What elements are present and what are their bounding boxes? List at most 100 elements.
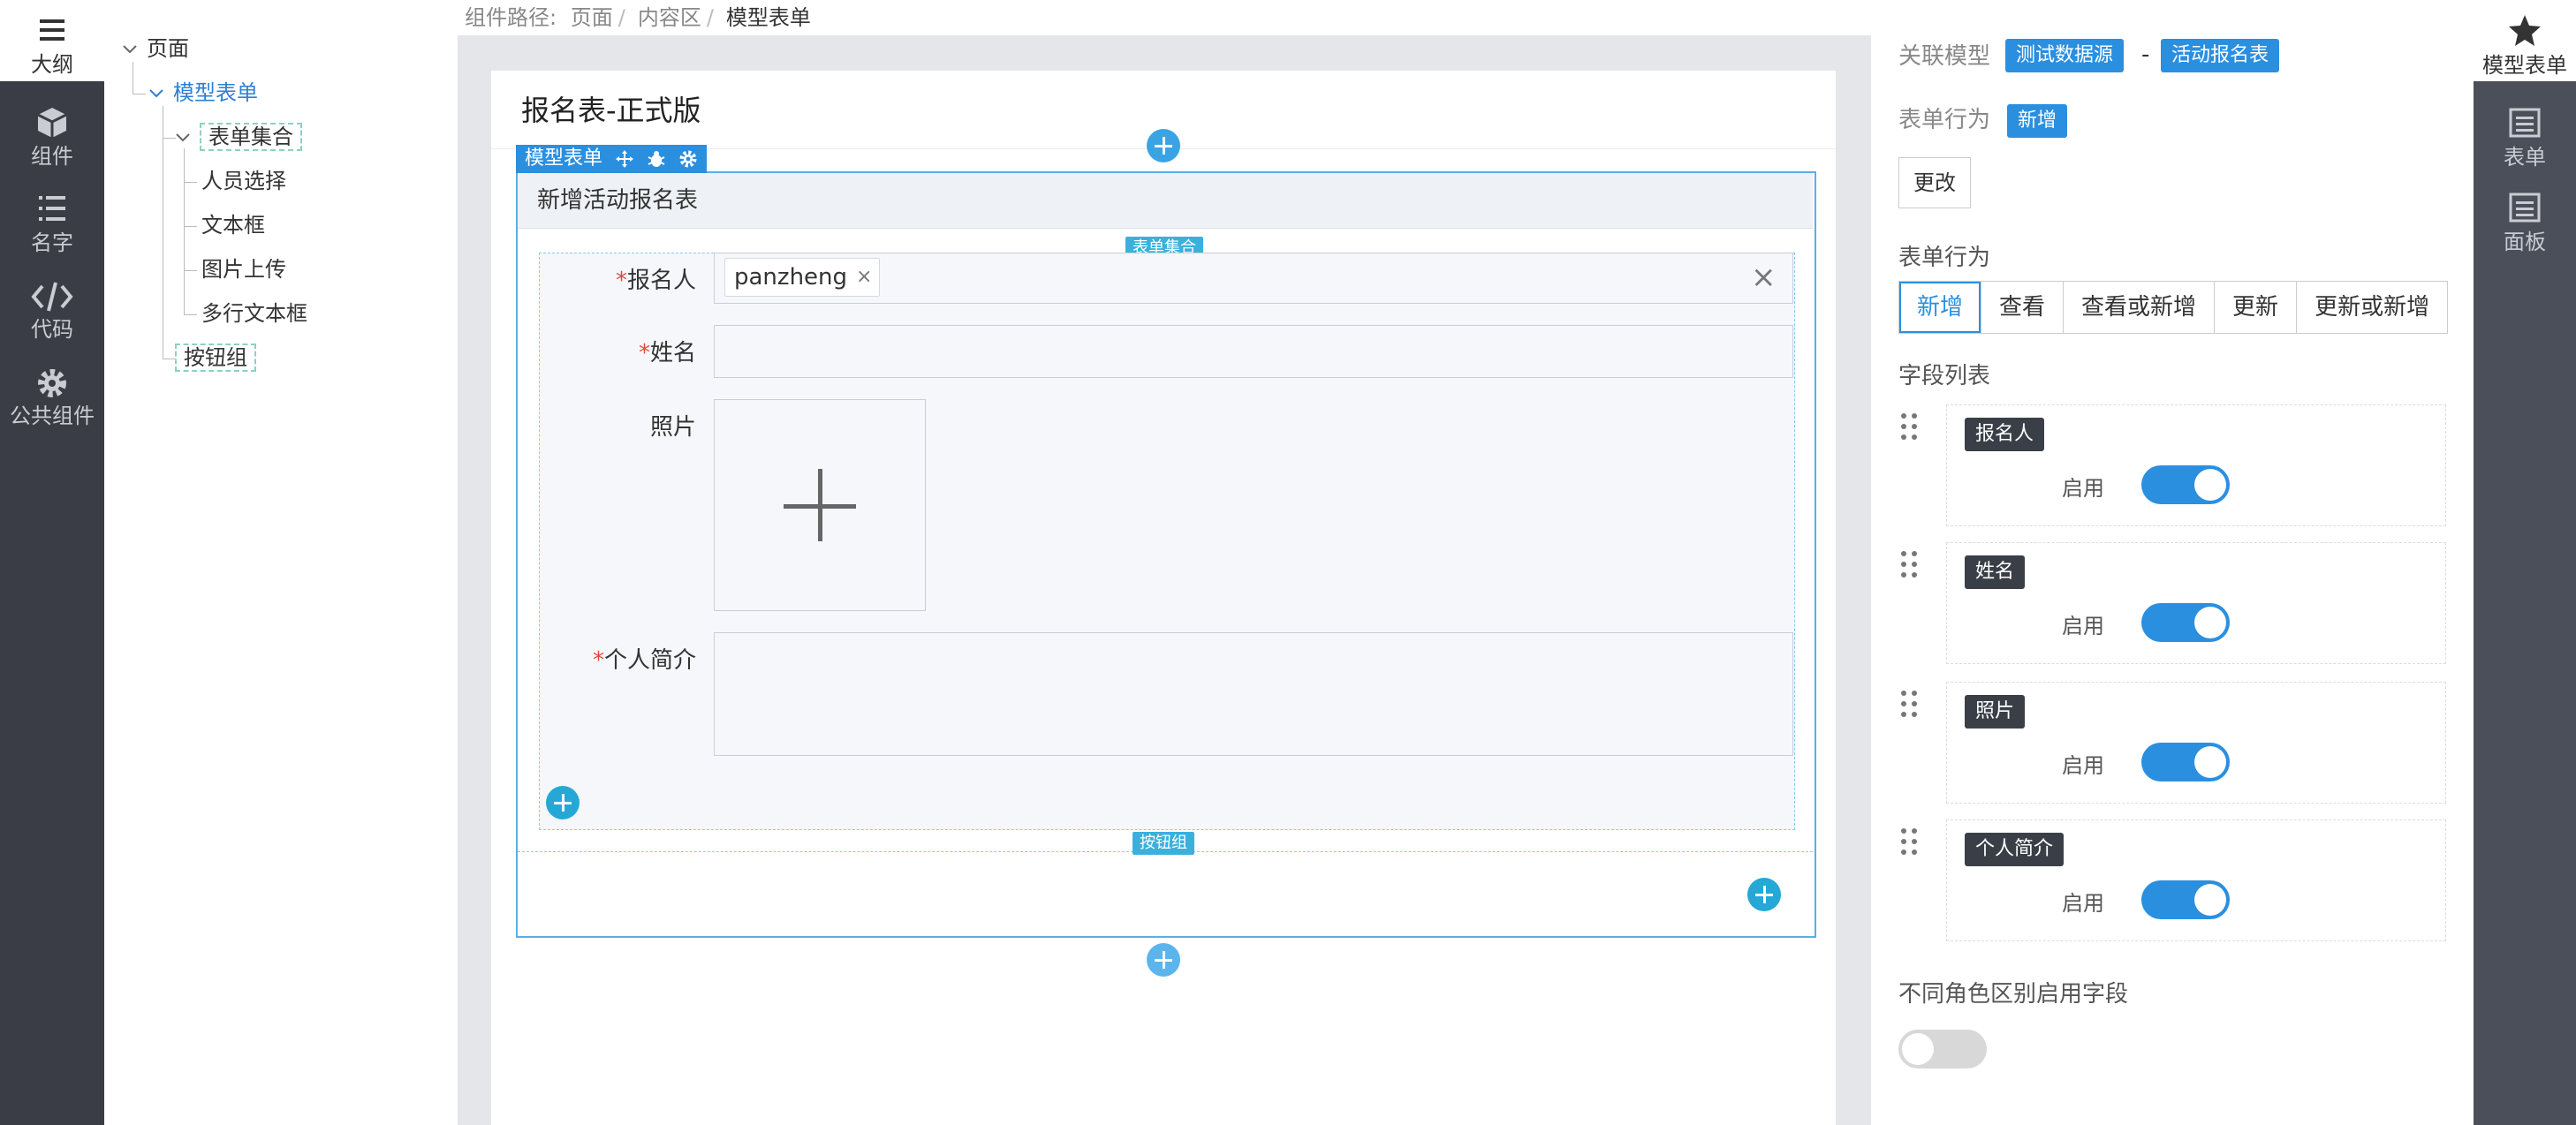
field-card-name: 姓名 启用 <box>1946 542 2446 664</box>
rail-item-names[interactable]: 名字 <box>0 178 104 260</box>
move-icon[interactable] <box>615 149 634 169</box>
drag-handle-icon[interactable] <box>1899 689 1919 719</box>
tree-node-person-select[interactable]: 人员选择 <box>201 166 286 196</box>
field-list-title: 字段列表 <box>1898 363 1991 389</box>
rail-item-shared-components[interactable]: 公共组件 <box>0 351 104 433</box>
enable-label: 启用 <box>2062 476 2104 501</box>
required-mark: * <box>592 647 604 674</box>
required-mark: * <box>638 340 650 366</box>
rail-label: 名字 <box>31 230 73 255</box>
clear-icon[interactable]: × <box>1751 260 1777 295</box>
chevron-down-icon <box>123 45 137 54</box>
behavior-option-view-or-create[interactable]: 查看或新增 <box>2063 282 2214 333</box>
add-component-button-bottom[interactable] <box>1147 943 1180 977</box>
tree-node-label: 表单集合 <box>200 123 302 151</box>
tree-node-label: 模型表单 <box>173 80 258 105</box>
tree-node-image-upload[interactable]: 图片上传 <box>201 254 286 284</box>
drag-handle-icon[interactable] <box>1899 827 1919 857</box>
tree-line <box>184 182 197 227</box>
form-icon <box>2509 108 2541 138</box>
behavior-label: 表单行为 <box>1898 107 1991 133</box>
enable-label: 启用 <box>2062 614 2104 638</box>
plus-icon <box>818 469 822 541</box>
behavior-option-update[interactable]: 更新 <box>2214 282 2296 333</box>
tree-line <box>163 138 176 359</box>
bio-textarea[interactable] <box>714 632 1793 756</box>
model-form-tag[interactable]: 模型表单 <box>516 145 708 173</box>
tree-node-textarea[interactable]: 多行文本框 <box>201 298 307 328</box>
add-field-button[interactable] <box>546 786 580 819</box>
breadcrumb-separator: / <box>617 5 625 30</box>
breadcrumb-item-current[interactable]: 模型表单 <box>726 5 811 30</box>
enable-toggle[interactable] <box>2141 880 2230 919</box>
button-group-tag[interactable]: 按钮组 <box>1133 832 1194 855</box>
right-rail-item-panel[interactable]: 面板 <box>2474 177 2576 254</box>
applicant-chip-text: panzheng <box>734 264 848 291</box>
right-rail-label: 面板 <box>2504 230 2546 254</box>
tree-line <box>184 148 197 183</box>
right-rail-item-model-form[interactable]: 模型表单 <box>2474 0 2576 81</box>
model-source-badge: 测试数据源 <box>2005 39 2125 72</box>
field-card-applicant: 报名人 启用 <box>1946 404 2446 526</box>
breadcrumb: 组件路径: 页面 / 内容区 / 模型表单 <box>458 0 1871 35</box>
tree-line <box>184 226 197 271</box>
rail-item-outline[interactable]: 大纲 <box>0 0 104 81</box>
enable-toggle[interactable] <box>2141 743 2230 781</box>
role-fields-toggle[interactable] <box>1898 1030 1987 1068</box>
applicant-label-text: 报名人 <box>626 268 696 294</box>
right-rail-label: 表单 <box>2504 145 2546 170</box>
tree-node-label: 页面 <box>147 36 189 61</box>
breadcrumb-item-content[interactable]: 内容区 <box>638 5 701 30</box>
toggle-knob <box>1902 1033 1934 1065</box>
required-mark: * <box>615 268 627 294</box>
field-card-bio: 个人简介 启用 <box>1946 819 2446 941</box>
applicant-chip: panzheng × <box>724 258 881 297</box>
right-icon-rail: 模型表单 表单 面板 <box>2474 0 2576 1125</box>
cube-icon <box>37 108 67 138</box>
enable-label: 启用 <box>2062 753 2104 778</box>
bug-icon[interactable] <box>647 149 666 169</box>
name-label: *姓名 <box>519 336 696 371</box>
tree-node-model-form[interactable]: 模型表单 <box>148 78 258 108</box>
list-icon <box>39 196 65 221</box>
behavior-segmented-control: 新增 查看 查看或新增 更新 更新或新增 <box>1898 281 2449 334</box>
enable-toggle[interactable] <box>2141 603 2230 642</box>
behavior-option-view[interactable]: 查看 <box>1981 282 2063 333</box>
chip-remove-icon[interactable]: × <box>856 259 872 296</box>
code-icon <box>31 282 73 312</box>
tree-node-page[interactable]: 页面 <box>122 34 189 64</box>
rail-item-code[interactable]: 代码 <box>0 265 104 346</box>
model-form-tag-label: 模型表单 <box>525 147 603 170</box>
breadcrumb-item-page[interactable]: 页面 <box>571 5 613 30</box>
rail-label: 大纲 <box>31 52 73 77</box>
breadcrumb-prefix: 组件路径: <box>465 5 557 30</box>
add-component-button-top[interactable] <box>1147 129 1180 162</box>
form-header: 新增活动报名表 <box>518 173 1813 229</box>
photo-upload[interactable] <box>714 399 926 611</box>
model-dash: - <box>2141 42 2150 68</box>
drag-handle-icon[interactable] <box>1899 411 1919 442</box>
rail-item-components[interactable]: 组件 <box>0 92 104 173</box>
menu-icon <box>40 19 64 41</box>
drag-handle-icon[interactable] <box>1899 549 1919 579</box>
add-button-button[interactable] <box>1747 878 1781 911</box>
button-group[interactable] <box>518 851 1813 935</box>
gear-icon[interactable] <box>678 149 698 169</box>
tree-node-button-group[interactable]: 按钮组 <box>175 343 256 373</box>
tree-line <box>163 106 176 139</box>
tree-node-form-set[interactable]: 表单集合 <box>175 122 302 152</box>
chevron-down-icon <box>176 133 190 142</box>
enable-toggle[interactable] <box>2141 465 2230 504</box>
rail-label: 组件 <box>31 144 73 169</box>
field-name-tag: 姓名 <box>1965 555 2026 589</box>
rail-label: 公共组件 <box>10 404 95 428</box>
applicant-label: *报名人 <box>519 263 696 298</box>
behavior-option-create[interactable]: 新增 <box>1899 282 1981 333</box>
form-header-title: 新增活动报名表 <box>537 187 699 214</box>
tree-node-text-box[interactable]: 文本框 <box>201 210 265 240</box>
behavior-badge: 新增 <box>2007 104 2068 138</box>
behavior-option-update-or-create[interactable]: 更新或新增 <box>2296 282 2447 333</box>
change-button[interactable]: 更改 <box>1898 157 1971 208</box>
right-rail-item-form[interactable]: 表单 <box>2474 92 2576 170</box>
name-input[interactable] <box>714 325 1793 378</box>
